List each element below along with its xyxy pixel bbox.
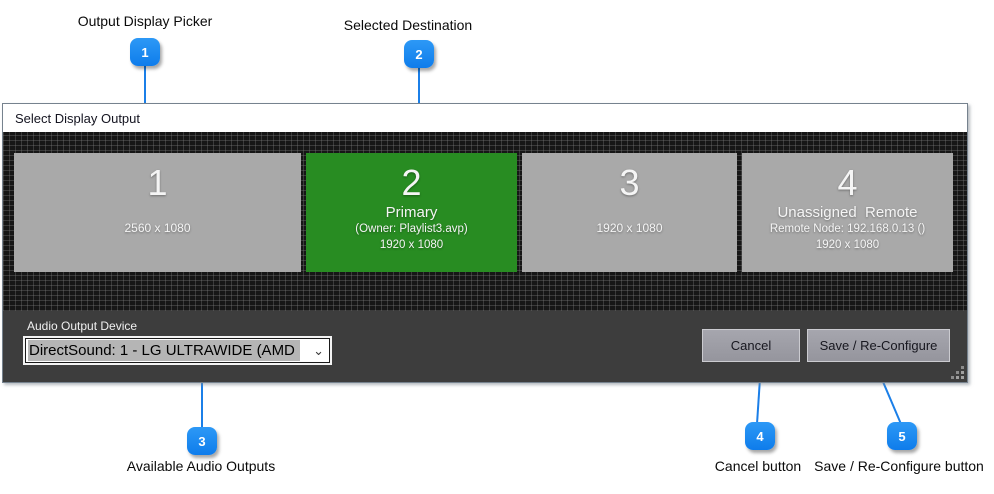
save-reconfigure-button[interactable]: Save / Re-Configure — [807, 329, 950, 362]
callout-badge-1: 1 — [130, 38, 160, 66]
display-resolution: 2560 x 1080 — [124, 221, 191, 235]
cancel-button[interactable]: Cancel — [702, 329, 800, 362]
display-resolution: 1920 x 1080 — [596, 221, 663, 235]
display-resolution: 1920 x 1080 — [815, 239, 880, 252]
dialog-footer: Audio Output Device DirectSound: 1 - LG … — [3, 311, 967, 382]
chevron-down-icon[interactable]: ⌄ — [313, 344, 324, 357]
help-page: Output Display Picker 1 Selected Destina… — [0, 0, 994, 494]
callout-label-save-reconfigure-button: Save / Re-Configure button — [814, 458, 984, 474]
display-tile-2-selected[interactable]: 2 Primary (Owner: Playlist3.avp) 1920 x … — [306, 153, 517, 272]
display-number: 4 — [837, 162, 858, 203]
callout-label-output-display-picker: Output Display Picker — [77, 13, 213, 29]
display-picker-area: 1 2560 x 1080 2 Primary (Owner: Playlist… — [3, 132, 967, 311]
display-number: 2 — [401, 162, 422, 203]
callout-badge-5: 5 — [887, 422, 917, 450]
callout-label-available-audio-outputs: Available Audio Outputs — [126, 458, 276, 474]
display-name: Primary — [385, 204, 438, 221]
audio-output-device-label: Audio Output Device — [27, 319, 138, 333]
audio-output-device-select[interactable]: DirectSound: 1 - LG ULTRAWIDE (AMD High … — [25, 338, 330, 363]
display-number: 1 — [147, 162, 168, 203]
display-number: 3 — [619, 162, 640, 203]
display-detail: Remote Node: 192.168.0.13 () — [769, 222, 926, 235]
callout-label-selected-destination: Selected Destination — [343, 17, 473, 33]
select-display-output-dialog: Select Display Output 1 2560 x 1080 2 Pr… — [2, 103, 968, 383]
dialog-title-bar: Select Display Output — [3, 104, 967, 132]
display-tile-4[interactable]: 4 Unassigned Remote Remote Node: 192.168… — [742, 153, 953, 272]
dialog-title: Select Display Output — [15, 110, 141, 126]
display-tile-1[interactable]: 1 2560 x 1080 — [14, 153, 301, 272]
display-resolution: 1920 x 1080 — [379, 239, 444, 252]
callout-badge-3: 3 — [187, 427, 217, 455]
resize-grip[interactable] — [951, 366, 964, 379]
audio-output-selected-value: DirectSound: 1 - LG ULTRAWIDE (AMD High … — [28, 340, 300, 361]
display-tile-3[interactable]: 3 1920 x 1080 — [522, 153, 737, 272]
callout-badge-4: 4 — [745, 422, 775, 450]
callout-badge-2: 2 — [404, 40, 434, 68]
display-detail: (Owner: Playlist3.avp) — [355, 222, 468, 235]
display-name: Unassigned Remote — [777, 204, 918, 221]
